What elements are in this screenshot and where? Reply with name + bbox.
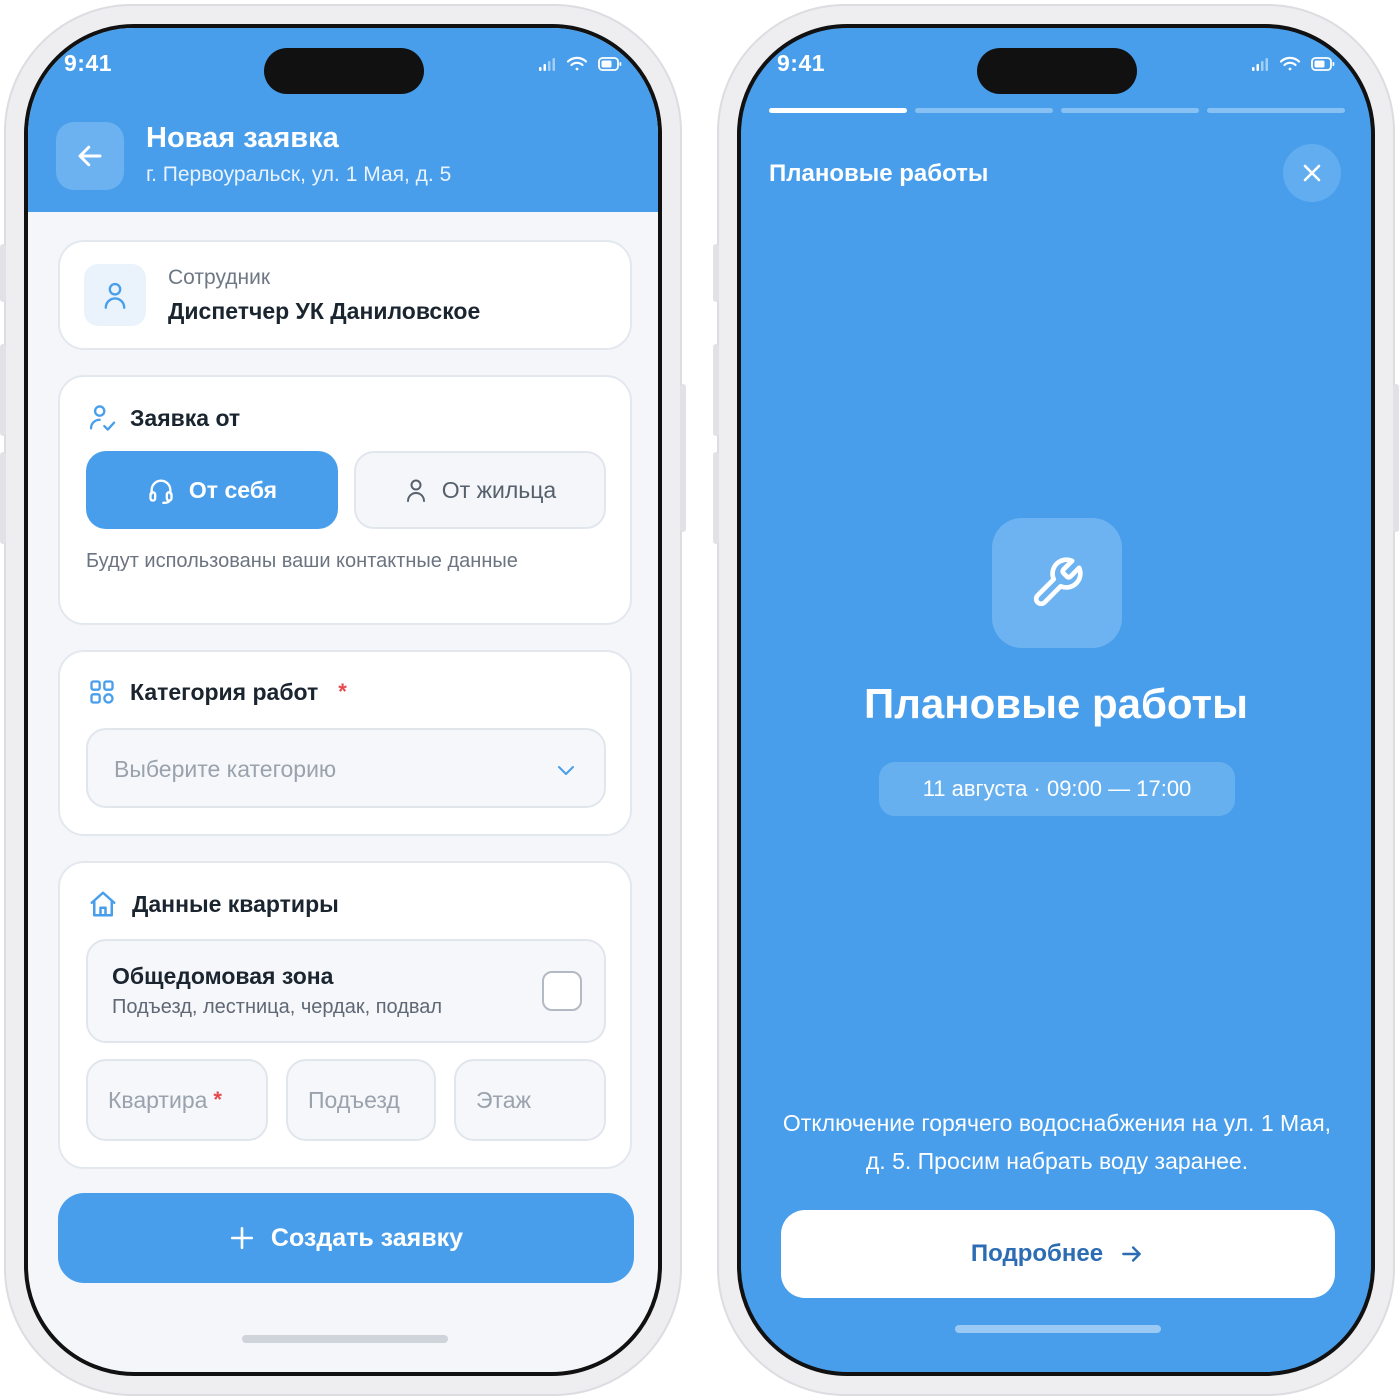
side-button	[680, 384, 686, 532]
hero-icon-tile	[992, 518, 1122, 648]
employee-card: Сотрудник Диспетчер УК Даниловское	[58, 240, 632, 350]
create-request-button[interactable]: Создать заявку	[58, 1193, 634, 1283]
avatar	[84, 264, 146, 326]
headset-icon	[149, 479, 173, 504]
battery-icon	[1311, 57, 1335, 71]
side-button	[713, 344, 719, 436]
from-resident-button[interactable]: От жильца	[354, 451, 606, 529]
cellular-icon	[1252, 58, 1268, 71]
close-icon	[1303, 164, 1321, 182]
story-description: Отключение горячего водоснабжения на ул.…	[782, 1110, 1332, 1174]
wifi-icon	[566, 56, 588, 71]
grid-icon	[90, 680, 114, 704]
floor-input[interactable]: Этаж	[454, 1059, 606, 1141]
cellular-icon	[539, 58, 555, 71]
required-mark: *	[213, 1087, 222, 1112]
progress-segment	[915, 108, 1053, 113]
from-self-button[interactable]: От себя	[86, 451, 338, 529]
page-title: Новая заявка	[146, 122, 339, 154]
phone-frame-right: 9:41 Плановые работы Плановые работы 11 …	[713, 4, 1399, 1396]
battery-icon	[598, 57, 622, 71]
side-button	[713, 452, 719, 544]
section-title: Заявка от	[130, 404, 241, 431]
wifi-icon	[1279, 56, 1301, 71]
common-zone-title: Общедомовая зона	[112, 963, 334, 989]
user-icon	[104, 282, 126, 309]
user-icon	[406, 479, 425, 502]
status-time: 9:41	[64, 50, 113, 76]
side-button	[713, 244, 719, 302]
employee-label: Сотрудник	[168, 266, 271, 289]
new-request-screen: Новая заявка г. Первоуральск, ул. 1 Мая,…	[24, 24, 662, 1376]
progress-segment	[1207, 108, 1345, 113]
side-button	[1393, 384, 1399, 532]
section-header: Заявка от	[88, 403, 240, 433]
common-zone-subtitle: Подъезд, лестница, чердак, подвал	[112, 996, 443, 1018]
datetime-badge: 11 августа · 09:00 — 17:00	[879, 762, 1235, 816]
category-placeholder: Выберите категорию	[114, 756, 337, 782]
contact-hint: Будут использованы ваши контактные данны…	[86, 550, 518, 572]
section-header: Категория работ *	[88, 678, 347, 706]
common-zone-checkbox[interactable]	[542, 971, 582, 1011]
required-mark: *	[338, 679, 347, 704]
story-title: Плановые работы	[769, 160, 989, 187]
chevron-down-icon	[558, 766, 574, 775]
apartment-input[interactable]: Квартира *	[86, 1059, 268, 1141]
category-select[interactable]: Выберите категорию	[86, 728, 606, 808]
more-details-label: Подробнее	[970, 1240, 1104, 1267]
common-zone-option[interactable]: Общедомовая зона Подъезд, лестница, черд…	[86, 939, 606, 1043]
section-title: Категория работ	[130, 678, 319, 705]
entrance-input[interactable]: Подъезд	[286, 1059, 436, 1141]
section-title: Данные квартиры	[132, 890, 339, 917]
dynamic-island	[264, 48, 424, 94]
arrow-right-icon	[1122, 1246, 1141, 1262]
side-button	[0, 452, 6, 544]
home-indicator[interactable]	[242, 1335, 448, 1343]
from-self-label: От себя	[188, 476, 278, 503]
close-button[interactable]	[1283, 144, 1341, 202]
employee-name: Диспетчер УК Даниловское	[168, 298, 481, 324]
wrench-icon	[1033, 557, 1083, 607]
more-details-button[interactable]: Подробнее	[781, 1210, 1335, 1298]
user-check-icon	[89, 405, 116, 431]
progress-segment	[769, 108, 907, 113]
from-resident-label: От жильца	[441, 476, 557, 503]
create-request-label: Создать заявку	[270, 1223, 464, 1252]
entrance-placeholder: Подъезд	[308, 1086, 400, 1113]
plus-icon	[230, 1226, 253, 1250]
category-card: Категория работ * Выберите категорию	[58, 650, 632, 836]
phone-frame-left: Новая заявка г. Первоуральск, ул. 1 Мая,…	[0, 4, 686, 1396]
floor-placeholder: Этаж	[476, 1086, 531, 1113]
progress-segment	[1061, 108, 1199, 113]
story-screen: 9:41 Плановые работы Плановые работы 11 …	[737, 24, 1375, 1376]
home-indicator[interactable]	[955, 1325, 1161, 1333]
apartment-card: Данные квартиры Общедомовая зона Подъезд…	[58, 861, 632, 1169]
home-icon	[90, 891, 116, 917]
request-from-card: Заявка от От себя От жильца Будут исполь…	[58, 375, 632, 625]
side-button	[0, 244, 6, 302]
status-bar: 9:41	[28, 28, 658, 98]
story-headline: Плановые работы	[864, 680, 1248, 727]
arrow-left-icon	[78, 145, 102, 167]
dynamic-island	[977, 48, 1137, 94]
section-header: Данные квартиры	[88, 889, 339, 919]
story-progress	[769, 108, 1345, 113]
address-subtitle: г. Первоуральск, ул. 1 Мая, д. 5	[146, 163, 452, 186]
status-bar: 9:41	[741, 28, 1371, 98]
side-button	[0, 344, 6, 436]
status-time: 9:41	[777, 50, 826, 76]
apartment-placeholder: Квартира	[108, 1086, 208, 1113]
back-button[interactable]	[56, 122, 124, 190]
